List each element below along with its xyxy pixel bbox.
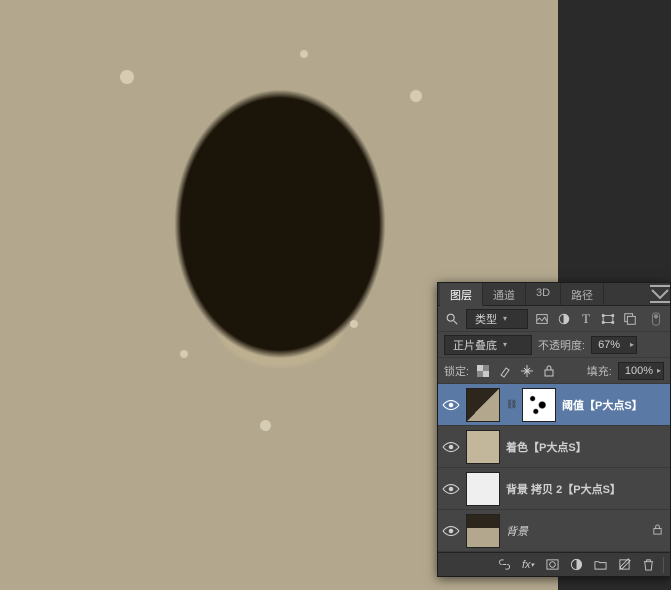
filter-kind-label: 类型 <box>475 311 497 327</box>
paint-splatter <box>180 350 188 358</box>
layer-row-background[interactable]: 背景 <box>438 510 670 552</box>
tab-channels[interactable]: 通道 <box>483 283 526 305</box>
layer-name-label[interactable]: 背景 <box>506 523 646 539</box>
layer-filter-row: 类型 ▾ T <box>438 306 670 332</box>
fx-icon[interactable]: fx▾ <box>517 555 539 575</box>
lock-transparency-icon[interactable] <box>475 363 491 379</box>
blend-mode-dropdown[interactable]: 正片叠底 ▾ <box>444 335 532 355</box>
layer-name-label[interactable]: 背景 拷贝 2【P大点S】 <box>506 481 666 497</box>
fill-value: 100% <box>625 365 653 377</box>
tab-3d[interactable]: 3D <box>526 283 561 305</box>
filter-kind-dropdown[interactable]: 类型 ▾ <box>466 309 528 329</box>
image-filter-icon[interactable] <box>534 311 550 327</box>
layers-panel: 图层 通道 3D 路径 类型 ▾ T <box>437 282 671 577</box>
fill-label: 填充: <box>587 363 612 379</box>
tab-layers[interactable]: 图层 <box>440 283 483 306</box>
opacity-label: 不透明度: <box>538 337 585 353</box>
filter-toggle-switch[interactable] <box>648 311 664 327</box>
chevron-down-icon: ▸ <box>630 340 634 349</box>
lock-fill-row: 锁定: 填充: 100% ▸ <box>438 358 670 384</box>
lock-all-icon[interactable] <box>541 363 557 379</box>
search-icon <box>444 311 460 327</box>
chevron-down-icon: ▾ <box>503 340 507 349</box>
visibility-toggle-icon[interactable] <box>442 396 460 414</box>
delete-layer-icon[interactable] <box>637 555 659 575</box>
visibility-toggle-icon[interactable] <box>442 438 460 456</box>
layer-row-tint[interactable]: 着色【P大点S】 <box>438 426 670 468</box>
layer-name-label[interactable]: 阈值【P大点S】 <box>562 397 666 413</box>
visibility-toggle-icon[interactable] <box>442 480 460 498</box>
paint-splatter <box>300 50 308 58</box>
layer-thumbnail[interactable] <box>466 430 500 464</box>
new-layer-icon[interactable] <box>613 555 635 575</box>
blend-opacity-row: 正片叠底 ▾ 不透明度: 67% ▸ <box>438 332 670 358</box>
lock-icon <box>652 524 666 538</box>
text-filter-icon[interactable]: T <box>578 311 594 327</box>
blend-mode-value: 正片叠底 <box>453 337 497 353</box>
fill-field[interactable]: 100% ▸ <box>618 362 664 380</box>
paint-splatter <box>260 420 271 431</box>
lock-position-icon[interactable] <box>519 363 535 379</box>
layer-row-bgcopy[interactable]: 背景 拷贝 2【P大点S】 <box>438 468 670 510</box>
layer-thumbnail[interactable] <box>466 472 500 506</box>
layer-name-label[interactable]: 着色【P大点S】 <box>506 439 666 455</box>
smart-filter-icon[interactable] <box>622 311 638 327</box>
paint-splatter <box>350 320 358 328</box>
chevron-down-icon: ▸ <box>657 366 661 375</box>
link-layers-icon[interactable] <box>493 555 515 575</box>
separator <box>663 557 664 573</box>
shape-filter-icon[interactable] <box>600 311 616 327</box>
lock-label: 锁定: <box>444 363 469 379</box>
mask-link-icon[interactable]: ⛓ <box>506 399 516 410</box>
layer-row-threshold[interactable]: ⛓ 阈值【P大点S】 <box>438 384 670 426</box>
adjustment-filter-icon[interactable] <box>556 311 572 327</box>
tab-paths[interactable]: 路径 <box>561 283 604 305</box>
layer-list: ⛓ 阈值【P大点S】 着色【P大点S】 背景 拷贝 2【P大点S】 背景 <box>438 384 670 552</box>
layer-thumbnail[interactable] <box>466 388 500 422</box>
visibility-toggle-icon[interactable] <box>442 522 460 540</box>
lock-pixels-icon[interactable] <box>497 363 513 379</box>
opacity-value: 67% <box>598 339 620 351</box>
panel-footer: fx▾ <box>438 552 670 576</box>
panel-menu-icon[interactable] <box>650 283 670 305</box>
new-adjustment-icon[interactable] <box>565 555 587 575</box>
chevron-down-icon: ▾ <box>503 314 507 323</box>
panel-tab-bar: 图层 通道 3D 路径 <box>438 283 670 306</box>
add-mask-icon[interactable] <box>541 555 563 575</box>
layer-mask-thumbnail[interactable] <box>522 388 556 422</box>
paint-splatter <box>120 70 134 84</box>
opacity-field[interactable]: 67% ▸ <box>591 336 637 354</box>
layer-thumbnail[interactable] <box>466 514 500 548</box>
paint-splatter <box>410 90 422 102</box>
new-group-icon[interactable] <box>589 555 611 575</box>
